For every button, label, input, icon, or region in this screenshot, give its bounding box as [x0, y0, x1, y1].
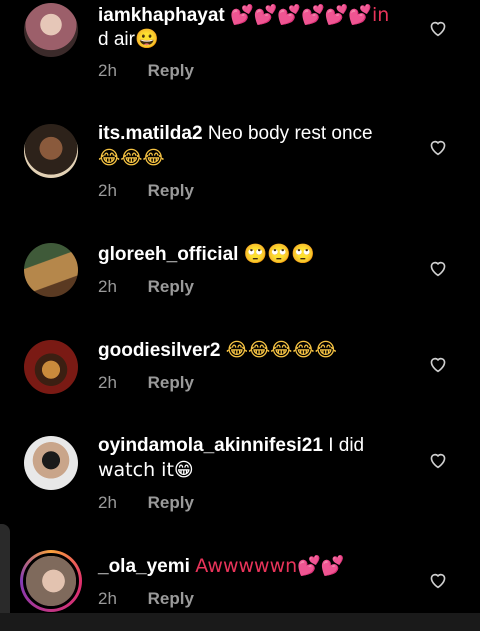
reply-button[interactable]: Reply	[148, 61, 194, 80]
comment-text-line2: 😂😂😂	[98, 147, 165, 169]
comment-username[interactable]: _ola_yemi	[98, 556, 190, 577]
heart-outline-icon[interactable]	[428, 571, 448, 589]
comment-time: 2h	[98, 181, 117, 200]
reply-button[interactable]: Reply	[148, 277, 194, 296]
comment-text-line2: watch it😁	[98, 459, 194, 481]
avatar-story-ring[interactable]	[20, 550, 82, 612]
comment-username[interactable]: oyindamola_akinnifesi21	[98, 435, 323, 456]
heart-outline-icon[interactable]	[428, 19, 448, 37]
comment-time: 2h	[98, 61, 117, 80]
reply-button[interactable]: Reply	[148, 589, 194, 608]
comment-username[interactable]: its.matilda2	[98, 123, 203, 144]
comment-text: 😂😂😂😂😂	[225, 339, 337, 361]
heart-outline-icon[interactable]	[428, 355, 448, 373]
comment-text-line2: d air😀	[98, 29, 159, 50]
comment-time: 2h	[98, 373, 117, 392]
avatar[interactable]	[24, 340, 78, 394]
avatar[interactable]	[24, 3, 78, 57]
avatar[interactable]	[24, 124, 78, 178]
comment-username[interactable]: gloreeh_official	[98, 244, 238, 265]
comment-time: 2h	[98, 493, 117, 512]
comment-time: 2h	[98, 589, 117, 608]
comment-text: I did	[328, 435, 365, 456]
bottom-bar	[0, 613, 480, 631]
comment-username[interactable]: goodiesilver2	[98, 340, 221, 361]
comment-text: Awwwwwn💕💕	[195, 555, 345, 577]
comment-text: Neo body rest once	[207, 123, 373, 144]
heart-outline-icon[interactable]	[428, 259, 448, 277]
reply-button[interactable]: Reply	[148, 493, 194, 512]
avatar[interactable]	[24, 436, 78, 490]
comment-text: 💕💕💕💕💕💕in	[230, 4, 390, 26]
reply-button[interactable]: Reply	[148, 181, 194, 200]
comment-text: 🙄🙄🙄	[243, 243, 315, 265]
heart-outline-icon[interactable]	[428, 138, 448, 156]
avatar[interactable]	[24, 243, 78, 297]
reply-button[interactable]: Reply	[148, 373, 194, 392]
comment-username[interactable]: iamkhaphayat	[98, 5, 225, 26]
heart-outline-icon[interactable]	[428, 451, 448, 469]
comment-time: 2h	[98, 277, 117, 296]
